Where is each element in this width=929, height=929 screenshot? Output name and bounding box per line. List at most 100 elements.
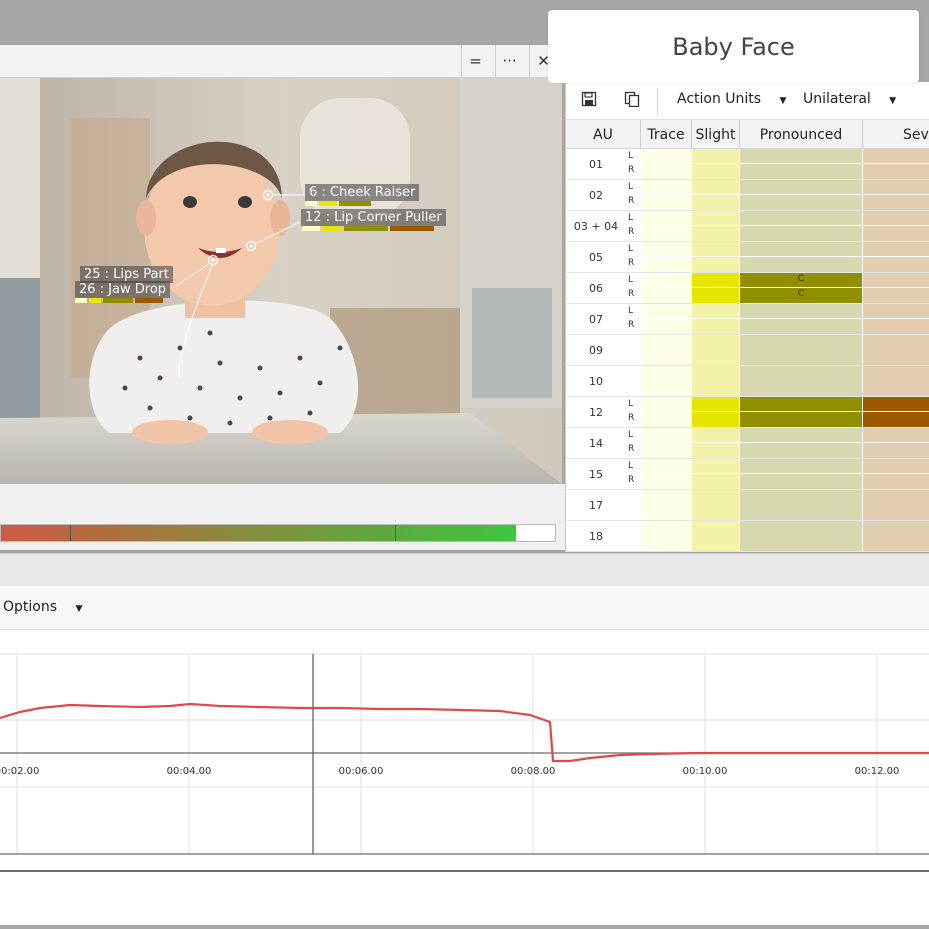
au-intensity-cell[interactable] [641,226,691,241]
au-intensity-cell[interactable] [692,490,739,520]
column-header-au[interactable]: AU [566,120,641,149]
au-intensity-cell[interactable] [641,288,691,303]
au-intensity-cell[interactable] [863,490,929,520]
au-intensity-cell[interactable] [641,180,691,194]
column-header-slight[interactable]: Slight [692,120,740,149]
au-intensity-cell[interactable] [641,335,691,365]
au-intensity-cell[interactable] [740,164,862,179]
au-intensity-cell[interactable] [692,164,739,179]
au-intensity-cell[interactable] [641,397,691,411]
au-intensity-cell[interactable] [641,195,691,210]
column-header-trace[interactable]: Trace [641,120,692,149]
column-header-severe[interactable]: Severe [863,120,929,149]
au-intensity-cell[interactable] [863,180,929,194]
au-intensity-cell[interactable] [641,242,691,256]
more-options-button[interactable]: ··· [495,45,523,77]
au-intensity-cell[interactable] [863,211,929,225]
au-intensity-cell[interactable] [692,180,739,194]
au-intensity-cell[interactable] [641,149,691,163]
au-intensity-cell[interactable] [740,397,862,411]
au-intensity-cell[interactable] [641,164,691,179]
au-intensity-cell[interactable] [641,474,691,489]
au-intensity-cell[interactable] [641,304,691,318]
au-intensity-cell[interactable] [740,257,862,272]
au-intensity-cell[interactable] [740,366,862,396]
au-intensity-cell[interactable]: D [863,397,929,411]
au-intensity-cell[interactable] [863,443,929,458]
au-intensity-cell[interactable] [863,257,929,272]
au-intensity-cell[interactable] [692,304,739,318]
au-intensity-cell[interactable] [740,428,862,442]
au-intensity-cell[interactable] [740,521,862,551]
au-intensity-cell[interactable] [641,490,691,520]
au-intensity-cell[interactable] [863,226,929,241]
au-intensity-cell[interactable] [863,335,929,365]
au-intensity-cell[interactable] [692,397,739,411]
au-intensity-cell[interactable] [692,211,739,225]
au-intensity-cell[interactable] [740,304,862,318]
au-intensity-cell[interactable] [740,474,862,489]
au-row[interactable]: 07 L R [566,304,929,335]
au-intensity-cell[interactable] [863,195,929,210]
au-intensity-cell[interactable] [740,335,862,365]
au-intensity-cell[interactable] [740,226,862,241]
au-intensity-cell[interactable] [863,521,929,551]
au-row[interactable]: 05 L R [566,242,929,273]
au-row[interactable]: DD 12 LR [566,397,929,428]
au-intensity-cell[interactable] [740,459,862,473]
au-intensity-cell[interactable] [863,319,929,334]
au-intensity-cell[interactable] [692,443,739,458]
au-row[interactable]: 03 + 04 L R [566,211,929,242]
au-intensity-cell[interactable] [692,521,739,551]
au-intensity-cell[interactable] [692,459,739,473]
mode-dropdown[interactable]: Action Units ▼ [677,91,786,107]
au-row[interactable]: 10 [566,366,929,397]
au-intensity-cell[interactable] [740,195,862,210]
au-intensity-cell[interactable] [692,319,739,334]
au-intensity-cell[interactable] [863,428,929,442]
au-intensity-cell[interactable] [641,428,691,442]
au-intensity-cell[interactable] [692,428,739,442]
au-row[interactable]: 09 [566,335,929,366]
au-intensity-cell[interactable] [863,288,929,303]
au-intensity-cell[interactable] [863,366,929,396]
au-row[interactable]: 14 L R [566,428,929,459]
au-intensity-cell[interactable] [740,242,862,256]
au-intensity-cell[interactable] [863,474,929,489]
au-intensity-cell[interactable] [641,521,691,551]
au-intensity-cell[interactable] [863,149,929,163]
au-intensity-cell[interactable] [641,319,691,334]
au-intensity-cell[interactable] [692,474,739,489]
au-row[interactable]: 01 L R [566,149,929,180]
column-header-pronounced[interactable]: Pronounced [740,120,863,149]
au-intensity-cell[interactable] [740,319,862,334]
au-intensity-cell[interactable] [692,242,739,256]
au-intensity-cell[interactable] [641,443,691,458]
save-icon[interactable] [580,91,598,109]
au-intensity-cell[interactable] [692,288,739,303]
au-intensity-cell[interactable] [740,149,862,163]
copy-icon[interactable] [623,91,641,109]
au-intensity-cell[interactable]: D [863,412,929,427]
au-intensity-cell[interactable] [692,335,739,365]
options-dropdown[interactable]: Options ▼ [3,599,82,615]
au-intensity-cell[interactable] [692,149,739,163]
au-intensity-cell[interactable] [641,211,691,225]
au-intensity-cell[interactable] [740,443,862,458]
au-intensity-cell[interactable] [641,366,691,396]
au-intensity-cell[interactable] [863,304,929,318]
au-intensity-cell[interactable] [863,459,929,473]
au-intensity-cell[interactable] [641,273,691,287]
au-intensity-cell[interactable]: C [740,288,862,303]
au-row[interactable]: C C 06 L R [566,273,929,304]
au-intensity-cell[interactable]: C [740,273,862,287]
au-intensity-cell[interactable] [740,412,862,427]
au-intensity-cell[interactable] [641,412,691,427]
maximize-button[interactable]: = [461,45,489,77]
au-row[interactable]: 17 [566,490,929,521]
au-intensity-cell[interactable] [740,211,862,225]
au-intensity-cell[interactable] [692,257,739,272]
au-intensity-cell[interactable] [863,164,929,179]
au-intensity-cell[interactable] [692,366,739,396]
au-intensity-cell[interactable] [692,226,739,241]
